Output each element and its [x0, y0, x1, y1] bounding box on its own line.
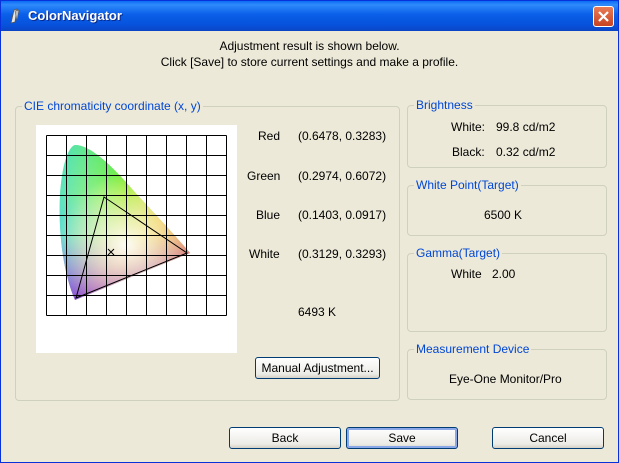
- gamma-group-label: Gamma(Target): [416, 246, 501, 260]
- white-point-value: 6500 K: [484, 208, 523, 222]
- brightness-black-value: 0.32 cd/m2: [496, 145, 556, 159]
- gamma-group: Gamma(Target): [407, 246, 607, 332]
- back-button[interactable]: Back: [229, 427, 341, 449]
- message-line-2: Click [Save] to store current settings a…: [160, 55, 459, 69]
- app-icon: [10, 8, 20, 24]
- measurement-device-group-label: Measurement Device: [416, 342, 530, 356]
- color-navigator-window: ColorNavigator Adjustment result is show…: [0, 0, 619, 463]
- title-bar[interactable]: ColorNavigator: [1, 1, 618, 31]
- measurement-device-group: Measurement Device: [407, 342, 607, 400]
- message-line-1: Adjustment result is shown below.: [219, 39, 400, 53]
- save-button[interactable]: Save: [346, 427, 458, 449]
- white-point-group: White Point(Target): [407, 178, 607, 236]
- dialog-content: Adjustment result is shown below. Click …: [4, 31, 615, 460]
- white-point-group-label: White Point(Target): [416, 178, 519, 192]
- cie-chromaticity-diagram: [36, 125, 237, 353]
- window-title: ColorNavigator: [28, 8, 122, 23]
- brightness-black-label: Black:: [452, 145, 485, 159]
- green-value: (0.2974, 0.6072): [298, 169, 387, 183]
- cie-group-label: CIE chromaticity coordinate (x, y): [24, 99, 201, 113]
- gamma-value: 2.00: [492, 267, 516, 281]
- close-button[interactable]: [593, 6, 614, 27]
- red-label: Red: [258, 129, 281, 143]
- white-value: (0.3129, 0.3293): [298, 247, 387, 261]
- blue-value: (0.1403, 0.0917): [298, 208, 387, 222]
- close-icon: [598, 11, 609, 22]
- brightness-group-label: Brightness: [416, 98, 473, 112]
- cancel-button[interactable]: Cancel: [492, 427, 604, 449]
- measurement-device-value: Eye-One Monitor/Pro: [449, 372, 562, 386]
- manual-adjustment-button[interactable]: Manual Adjustment...: [255, 357, 380, 379]
- white-label: White: [249, 247, 280, 261]
- brightness-white-value: 99.8 cd/m2: [496, 120, 556, 134]
- blue-label: Blue: [256, 208, 281, 222]
- red-value: (0.6478, 0.3283): [298, 129, 387, 143]
- brightness-white-label: White:: [451, 120, 486, 134]
- green-label: Green: [247, 169, 281, 183]
- color-temperature-value: 6493 K: [298, 305, 337, 319]
- gamma-white-label: White: [451, 267, 482, 281]
